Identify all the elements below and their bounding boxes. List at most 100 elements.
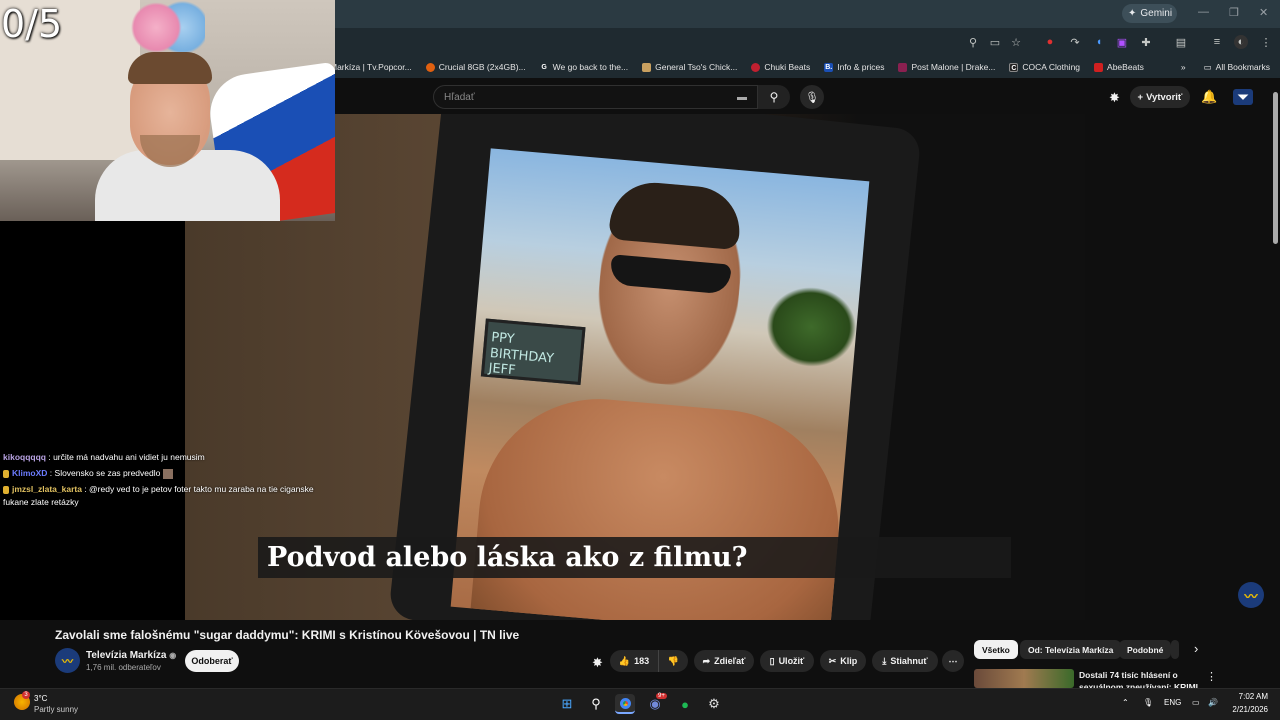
- windows-start-icon[interactable]: ⊞: [557, 694, 577, 714]
- tray-chevron-icon[interactable]: ⌃: [1122, 698, 1129, 707]
- more-bookmarks-button[interactable]: »: [1181, 62, 1186, 72]
- share-label: Zdieľať: [714, 656, 746, 666]
- recommendation-menu-icon[interactable]: ⋮: [1206, 670, 1217, 683]
- bookmark-favicon: C: [1009, 62, 1019, 72]
- bookmark-label: Crucial 8GB (2x4GB)...: [438, 62, 526, 72]
- recommendation-title[interactable]: Dostali 74 tisíc hlásení o sexuálnom zne…: [1079, 669, 1199, 688]
- save-button[interactable]: ▯ Uložiť: [760, 650, 814, 672]
- keyboard-icon[interactable]: ▬: [737, 92, 747, 103]
- sparkle-icon[interactable]: ✸: [1109, 90, 1120, 106]
- cast-icon[interactable]: ▭: [988, 35, 1002, 49]
- clock-date[interactable]: 2/21/2026: [1226, 705, 1268, 714]
- bookmark-star-icon[interactable]: ☆: [1009, 35, 1023, 49]
- app-taskbar-icon[interactable]: ⚙: [704, 694, 724, 714]
- bookmark-item[interactable]: Markíza | Tv.Popcor...: [330, 62, 412, 72]
- create-button[interactable]: + Vytvoriť: [1130, 86, 1190, 108]
- bookmark-item[interactable]: AbeBeats: [1094, 62, 1144, 72]
- extension-audio-icon[interactable]: ◖: [1092, 35, 1106, 49]
- tray-mic-icon[interactable]: 🎙: [1143, 698, 1153, 707]
- chevron-right-icon[interactable]: ›: [1194, 641, 1198, 656]
- channel-name[interactable]: Televízia Markíza ◉: [86, 650, 176, 661]
- extension-record-icon[interactable]: ●: [1043, 35, 1057, 49]
- more-actions-button[interactable]: ⋯: [942, 650, 964, 672]
- chip-from-channel[interactable]: Od: Televízia Markíza: [1020, 640, 1122, 659]
- more-horizontal-icon: ⋯: [948, 655, 958, 666]
- bookmark-item[interactable]: Crucial 8GB (2x4GB)...: [425, 62, 526, 72]
- account-avatar[interactable]: ◥◤: [1233, 89, 1253, 105]
- bookmark-item[interactable]: B. Info & prices: [824, 62, 884, 72]
- maximize-icon[interactable]: ❐: [1229, 6, 1239, 19]
- network-icon[interactable]: ▭: [1192, 698, 1200, 707]
- bookmark-favicon: [425, 62, 435, 72]
- plus-icon: +: [1137, 91, 1144, 103]
- download-button[interactable]: ⤓ Stiahnuť: [872, 650, 938, 672]
- bookmark-favicon: [642, 62, 652, 72]
- chip-all[interactable]: Všetko: [974, 640, 1018, 659]
- bookmark-item[interactable]: General Tso's Chick...: [642, 62, 737, 72]
- search-placeholder: Hľadať: [444, 91, 475, 103]
- channel-avatar[interactable]: 〰: [55, 648, 80, 673]
- clock-time[interactable]: 7:02 AM: [1236, 692, 1268, 701]
- bookmark-label: Markíza | Tv.Popcor...: [330, 62, 412, 72]
- bookmark-label: Chuki Beats: [764, 62, 811, 72]
- subscriber-count: 1,76 mil. odberateľov: [86, 663, 161, 672]
- chat-message: KlimoXD : Slovensko se zas predvedlo: [3, 465, 333, 481]
- scrollbar-thumb[interactable]: [1273, 92, 1278, 244]
- save-icon: ▯: [769, 655, 775, 666]
- extension-twitch-icon[interactable]: ▣: [1115, 35, 1129, 49]
- bookmark-label: AbeBeats: [1107, 62, 1144, 72]
- gemini-label: Gemini: [1140, 8, 1173, 19]
- bookmark-favicon: [751, 62, 761, 72]
- thumbs-down-icon: 👎: [667, 655, 680, 666]
- gemini-button[interactable]: ✦ Gemini: [1122, 4, 1177, 23]
- subscribe-button[interactable]: Odoberať: [185, 650, 239, 672]
- extensions-puzzle-icon[interactable]: ✚: [1139, 35, 1153, 49]
- clip-button[interactable]: ✂ Klip: [820, 650, 866, 672]
- bookmark-item[interactable]: Post Malone | Drake...: [898, 62, 995, 72]
- chat-badge-icon: [3, 485, 9, 494]
- bookmark-label: General Tso's Chick...: [655, 62, 738, 72]
- gemini-icon: ✦: [1128, 8, 1137, 19]
- bookmark-item[interactable]: C COCA Clothing: [1009, 62, 1080, 72]
- spotify-taskbar-icon[interactable]: ●: [675, 694, 695, 714]
- browser-menu-icon[interactable]: ⋮: [1259, 35, 1273, 49]
- search-input[interactable]: Hľadať ▬: [433, 85, 758, 109]
- tab-search-icon[interactable]: ▤: [1174, 35, 1188, 49]
- chip-overflow[interactable]: [1171, 640, 1179, 659]
- media-controls-icon[interactable]: ≡: [1210, 35, 1224, 49]
- profile-avatar[interactable]: ◐: [1234, 35, 1248, 49]
- channel-watermark-icon[interactable]: 〰: [1238, 582, 1264, 608]
- volume-icon[interactable]: 🔊: [1208, 698, 1218, 707]
- chrome-logo-icon: [619, 697, 631, 709]
- notifications-bell-icon[interactable]: 🔔: [1201, 89, 1217, 105]
- verified-icon: ◉: [169, 651, 177, 660]
- all-bookmarks-button[interactable]: ▭ All Bookmarks: [1204, 62, 1270, 73]
- video-title: Zavolali sme falošnému "sugar daddymu": …: [55, 628, 520, 642]
- like-button[interactable]: 👍 183: [610, 650, 658, 672]
- bookmark-item[interactable]: Chuki Beats: [751, 62, 810, 72]
- ask-sparkle-icon[interactable]: ✸: [592, 655, 603, 671]
- share-button[interactable]: ➦ Zdieľať: [694, 650, 754, 672]
- recommendation-thumbnail[interactable]: [974, 669, 1074, 688]
- photo-palm-tree: [763, 283, 860, 371]
- chat-username: KlimoXD: [12, 468, 48, 478]
- chat-message: jmzsl_zlata_karta : @redy ved to je peto…: [3, 483, 333, 509]
- dislike-button[interactable]: 👎: [658, 650, 688, 672]
- zoom-icon[interactable]: ⚲: [966, 35, 980, 49]
- bookmark-item[interactable]: G We go back to the...: [540, 62, 628, 72]
- extension-arrow-icon[interactable]: ↷: [1068, 35, 1082, 49]
- weather-description: Partly sunny: [34, 705, 79, 714]
- close-icon[interactable]: ✕: [1259, 6, 1268, 19]
- voice-search-button[interactable]: 🎙: [800, 85, 824, 109]
- chat-username: jmzsl_zlata_karta: [12, 484, 82, 494]
- taskbar-search-icon[interactable]: ⚲: [586, 694, 606, 714]
- bookmark-label: We go back to the...: [552, 62, 629, 72]
- bookmark-favicon: [1094, 62, 1104, 72]
- mic-icon: 🎙: [805, 91, 819, 104]
- minimize-icon[interactable]: —: [1198, 6, 1209, 18]
- chrome-taskbar-icon[interactable]: [615, 694, 635, 714]
- stream-counter: 0/5: [1, 2, 63, 46]
- language-indicator[interactable]: ENG: [1164, 698, 1181, 707]
- search-button[interactable]: ⚲: [758, 85, 790, 109]
- chip-related[interactable]: Podobné: [1119, 640, 1172, 659]
